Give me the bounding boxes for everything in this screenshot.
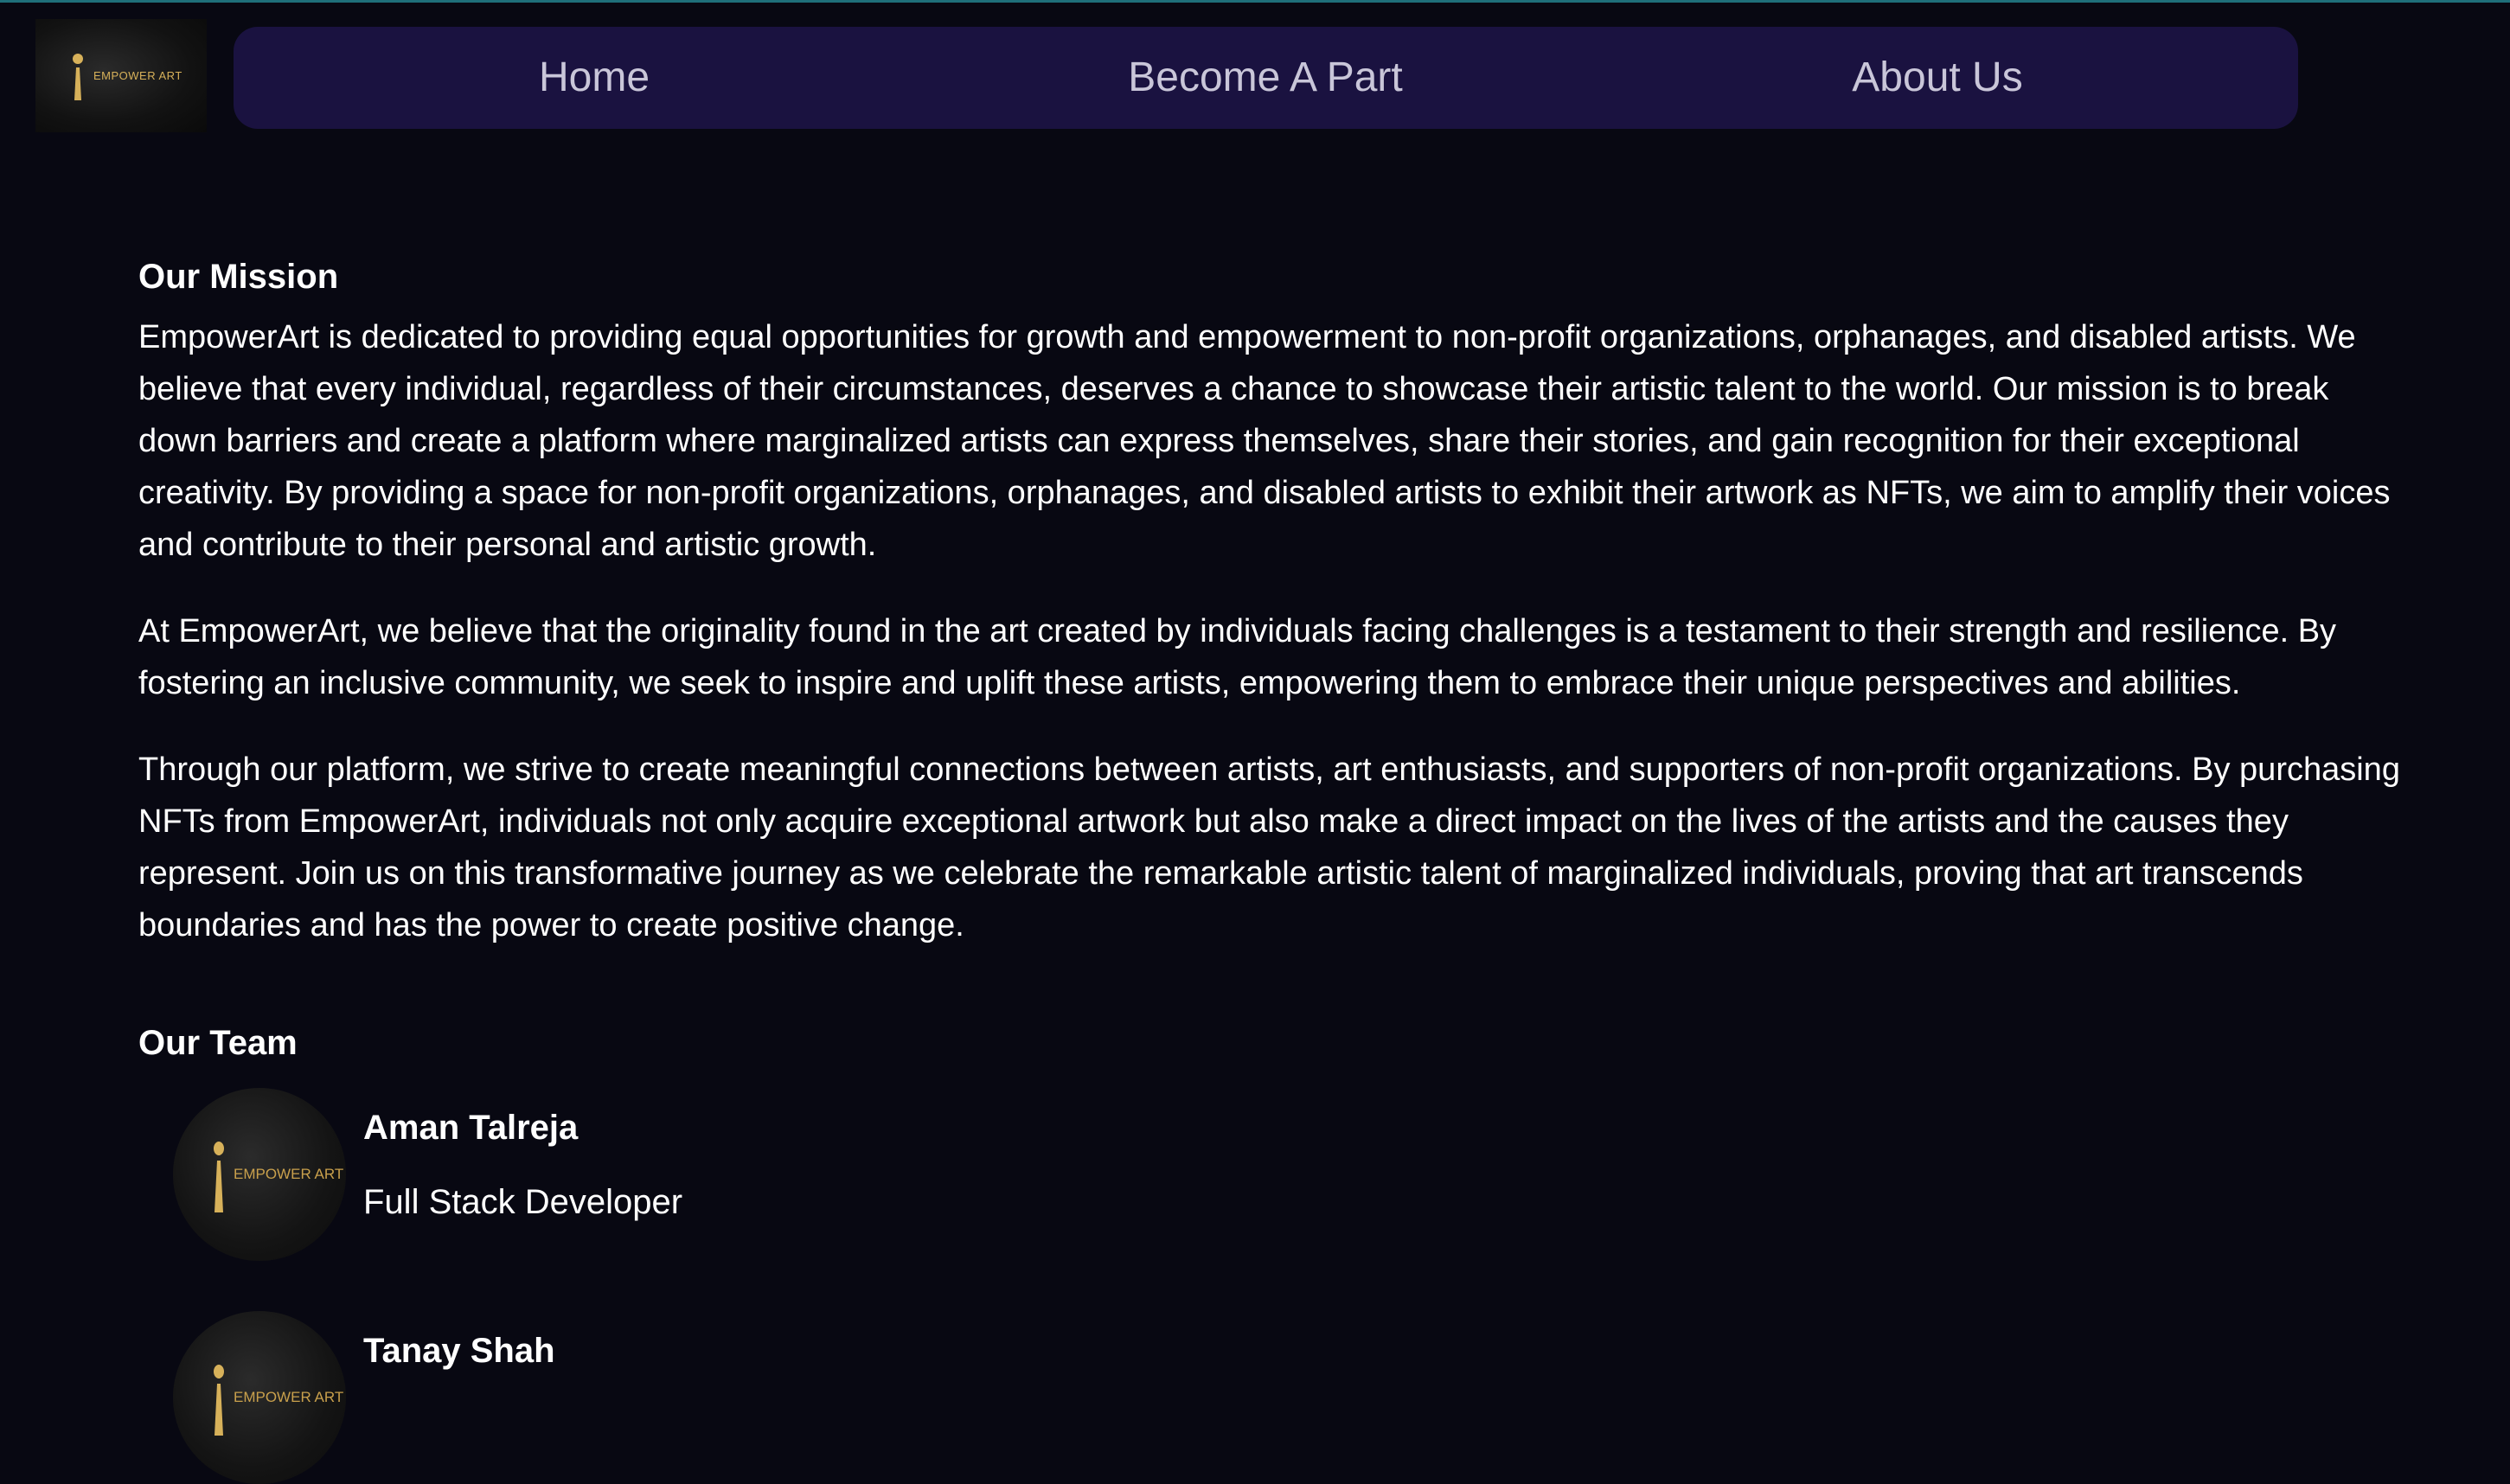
logo[interactable]: EMPOWER ART — [35, 19, 207, 132]
member-role: Full Stack Developer — [363, 1183, 683, 1221]
logo-figure-icon — [73, 54, 83, 100]
top-border-line — [0, 0, 2510, 3]
nav-home[interactable]: Home — [539, 27, 650, 129]
mission-paragraph-2: At EmpowerArt, we believe that the origi… — [138, 613, 2337, 701]
avatar-logo-icon — [214, 1365, 224, 1436]
mission-paragraph-3: Through our platform, we strive to creat… — [138, 752, 2400, 943]
avatar: EMPOWER ART — [173, 1311, 346, 1484]
avatar: EMPOWER ART — [173, 1088, 346, 1261]
mission-title: Our Mission — [138, 258, 339, 296]
avatar-text: EMPOWER ART — [234, 1166, 344, 1182]
main-navbar: Home Become A Part About Us — [234, 27, 2298, 129]
mission-section: Our Mission EmpowerArt is dedicated to p… — [138, 251, 2413, 951]
nav-about-us[interactable]: About Us — [1852, 27, 2022, 129]
avatar-logo-icon — [214, 1142, 224, 1212]
nav-become-a-part[interactable]: Become A Part — [1128, 27, 1403, 129]
mission-paragraph-1: EmpowerArt is dedicated to providing equ… — [138, 319, 2391, 563]
team-title: Our Team — [138, 1024, 298, 1062]
logo-text: EMPOWER ART — [93, 69, 182, 82]
member-name: Aman Talreja — [363, 1109, 579, 1147]
avatar-text: EMPOWER ART — [234, 1389, 344, 1405]
member-name: Tanay Shah — [363, 1332, 555, 1370]
